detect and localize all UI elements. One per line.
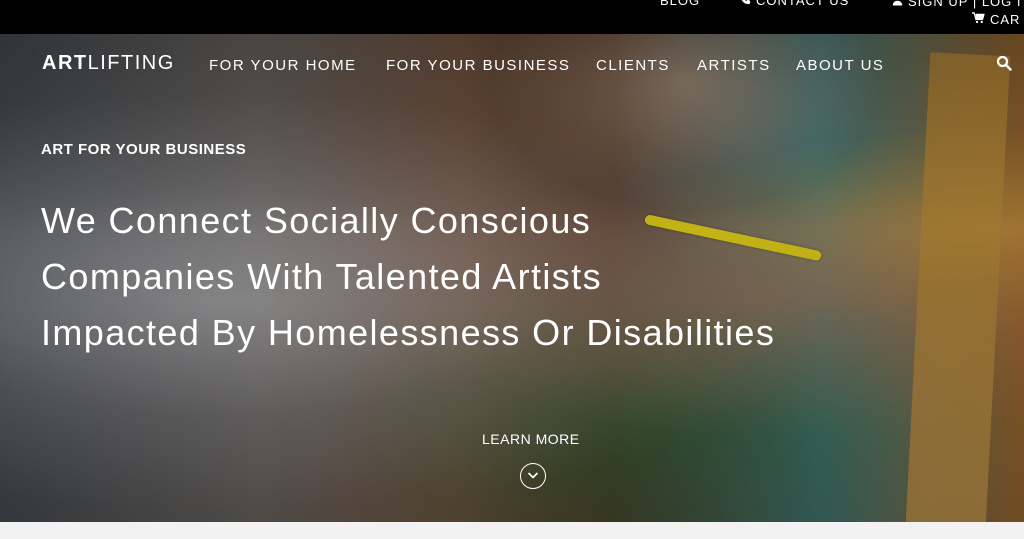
hero-headline-line-2: Companies With Talented Artists (41, 256, 602, 297)
nav-for-your-business[interactable]: FOR YOUR BUSINESS (386, 57, 570, 74)
top-utility-bar: BLOG CONTACT US SIGN UP | LOG I CAR (0, 0, 1024, 34)
hero-headline-line-3: Impacted By Homelessness Or Disabilities (41, 312, 776, 353)
nav-about-us[interactable]: ABOUT US (796, 57, 884, 74)
cart-icon (972, 12, 985, 27)
page-below-hero (0, 522, 1024, 539)
learn-more-link[interactable]: LEARN MORE (482, 431, 580, 447)
sign-up-log-in-link[interactable]: SIGN UP | LOG I (892, 0, 1022, 9)
hero-headline-line-1: We Connect Socially Conscious (41, 200, 592, 241)
contact-us-label: CONTACT US (756, 0, 850, 8)
hero-eyebrow: ART FOR YOUR BUSINESS (41, 141, 247, 158)
cart-label: CAR (990, 12, 1021, 27)
nav-artists[interactable]: ARTISTS (697, 57, 771, 74)
contact-us-link[interactable]: CONTACT US (740, 0, 849, 8)
hero-headline: We Connect Socially Conscious Companies … (41, 193, 901, 361)
nav-clients[interactable]: CLIENTS (596, 57, 670, 74)
nav-for-your-home[interactable]: FOR YOUR HOME (209, 57, 357, 74)
chevron-down-icon (527, 472, 539, 479)
sign-up-label: SIGN UP | LOG I (908, 0, 1022, 9)
search-icon[interactable] (996, 55, 1014, 73)
phone-icon (740, 0, 751, 8)
user-icon (892, 0, 903, 9)
blog-link[interactable]: BLOG (660, 0, 700, 8)
main-nav: FOR YOUR HOME FOR YOUR BUSINESS CLIENTS … (0, 57, 1024, 75)
cart-link[interactable]: CAR (972, 12, 1020, 27)
learn-more-button[interactable] (520, 463, 546, 489)
